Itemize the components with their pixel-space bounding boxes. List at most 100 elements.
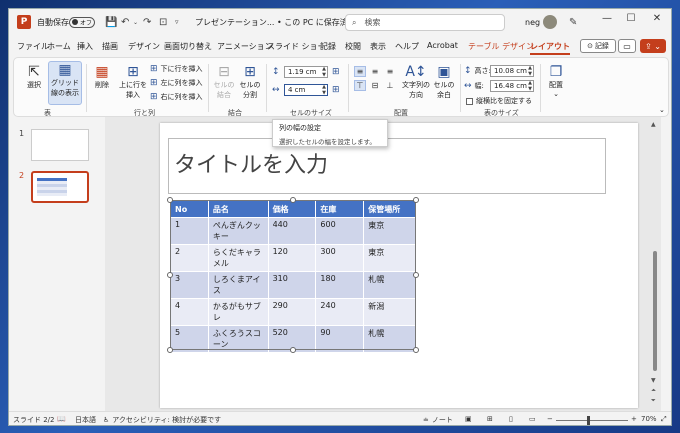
- autosave-toggle[interactable]: オフ: [69, 16, 95, 28]
- merge-cells-button[interactable]: ⊟ セルの結合: [212, 64, 236, 100]
- undo-icon[interactable]: ↶: [121, 17, 129, 28]
- header-cell[interactable]: 在庫: [315, 200, 365, 218]
- table-cell[interactable]: 120: [267, 244, 317, 272]
- resize-handle[interactable]: [413, 272, 419, 278]
- tab-acrobat[interactable]: Acrobat: [427, 41, 458, 50]
- resize-handle[interactable]: [290, 197, 296, 203]
- tab-slideshow[interactable]: スライド ショー: [267, 41, 326, 52]
- accessibility-status[interactable]: ♿ アクセシビリティ: 検討が必要です: [103, 415, 221, 425]
- header-cell[interactable]: No: [170, 200, 209, 218]
- insert-left-button[interactable]: ⊞ 左に列を挿入: [150, 78, 203, 88]
- tab-home[interactable]: ホーム: [47, 41, 71, 52]
- tab-animations[interactable]: アニメーション: [217, 41, 273, 52]
- table-cell[interactable]: ぺんぎんクッキー: [207, 217, 269, 245]
- split-cells-button[interactable]: ⊞ セルの分割: [238, 64, 262, 100]
- cell-margins-button[interactable]: ▣ セルの余白: [432, 64, 456, 100]
- scroll-up-icon[interactable]: ▲: [651, 121, 656, 128]
- table-cell[interactable]: 新潟: [363, 298, 416, 326]
- table-height-input[interactable]: 10.08 cm ▲ ▼: [490, 65, 534, 77]
- resize-handle[interactable]: [290, 347, 296, 353]
- select-button[interactable]: ⇱ 選択: [22, 64, 46, 90]
- table-cell[interactable]: 2: [170, 244, 209, 272]
- align-bottom-icon[interactable]: ⊥: [384, 80, 396, 91]
- share-button[interactable]: ⇪ ⌄: [640, 39, 666, 53]
- delete-button[interactable]: ▦ 削除: [90, 64, 114, 90]
- cell-width-input[interactable]: 4 cm ▲ ▼: [284, 84, 328, 96]
- data-table[interactable]: No 品名 価格 在庫 保管場所 1 ぺんぎんクッキー 440 600 東京 2…: [170, 200, 416, 353]
- slide-sorter-icon[interactable]: ⊞: [487, 415, 493, 423]
- table-cell[interactable]: 600: [315, 217, 365, 245]
- language-indicator[interactable]: 日本語: [75, 415, 96, 425]
- prev-slide-icon[interactable]: ⏶: [651, 387, 656, 395]
- close-icon[interactable]: ✕: [647, 13, 667, 24]
- next-slide-icon[interactable]: ⏷: [651, 397, 656, 405]
- text-direction-button[interactable]: A↕ 文字列の方向: [402, 64, 430, 100]
- save-icon[interactable]: 💾: [105, 17, 117, 28]
- redo-icon[interactable]: ↷: [143, 17, 151, 28]
- slide-thumbnail-1[interactable]: [31, 129, 89, 161]
- spellcheck-icon[interactable]: 📖: [57, 415, 66, 423]
- lock-aspect-ratio-checkbox[interactable]: 縦横比を固定する: [466, 96, 532, 106]
- align-center-icon[interactable]: ≡: [369, 66, 381, 77]
- arrange-button[interactable]: ❐ 配置 ⌄: [544, 64, 568, 98]
- table-cell[interactable]: 東京: [363, 217, 416, 245]
- cell-height-input[interactable]: 1.19 cm ▲ ▼: [284, 66, 328, 78]
- table-width-input[interactable]: 16.48 cm ▲ ▼: [490, 80, 534, 92]
- table-cell[interactable]: 290: [267, 298, 317, 326]
- record-button[interactable]: ⊙ 記録: [580, 39, 616, 53]
- tab-table-design[interactable]: テーブル デザイン: [468, 41, 534, 52]
- tab-transitions[interactable]: 画面切り替え: [164, 41, 212, 52]
- header-cell[interactable]: 保管場所: [363, 200, 416, 218]
- tab-design[interactable]: デザイン: [128, 41, 160, 52]
- table-frame[interactable]: No 品名 価格 在庫 保管場所 1 ぺんぎんクッキー 440 600 東京 2…: [170, 200, 416, 353]
- align-left-icon[interactable]: ≡: [354, 66, 366, 77]
- align-middle-icon[interactable]: ⊟: [369, 80, 381, 91]
- tab-help[interactable]: ヘルプ: [395, 41, 419, 52]
- tab-insert[interactable]: 挿入: [77, 41, 93, 52]
- tab-review[interactable]: 校閲: [345, 41, 361, 52]
- header-cell[interactable]: 品名: [207, 200, 269, 218]
- view-gridlines-button[interactable]: ▦ グリッド線の表示: [48, 61, 82, 105]
- slideshow-view-icon[interactable]: ▭: [529, 415, 536, 423]
- scroll-down-icon[interactable]: ▼: [651, 377, 656, 384]
- maximize-icon[interactable]: ☐: [621, 13, 641, 24]
- table-cell[interactable]: かるがもサブレ: [207, 298, 269, 326]
- zoom-level[interactable]: 70%: [641, 415, 657, 423]
- resize-handle[interactable]: [167, 272, 173, 278]
- table-cell[interactable]: 90: [315, 325, 365, 353]
- fit-slide-icon[interactable]: ⤢: [661, 415, 667, 424]
- slideshow-start-icon[interactable]: ⊡: [159, 17, 167, 28]
- title-dropdown-icon[interactable]: ⌄: [327, 18, 333, 26]
- resize-handle[interactable]: [167, 197, 173, 203]
- scrollbar-thumb[interactable]: [653, 251, 657, 371]
- distribute-rows-icon[interactable]: ⊞: [332, 67, 340, 77]
- avatar[interactable]: [543, 15, 557, 29]
- resize-handle[interactable]: [413, 197, 419, 203]
- customize-toolbar-icon[interactable]: ▿: [175, 18, 179, 26]
- tab-layout[interactable]: レイアウト: [530, 41, 570, 55]
- insert-above-button[interactable]: ⊞ 上に行を挿入: [118, 64, 148, 100]
- table-cell[interactable]: 180: [315, 271, 365, 299]
- table-cell[interactable]: 3: [170, 271, 209, 299]
- header-cell[interactable]: 価格: [267, 200, 317, 218]
- vertical-scrollbar[interactable]: ▲ ▼ ⏶ ⏷: [651, 121, 659, 407]
- spinner-arrows-icon[interactable]: ▲ ▼: [528, 65, 532, 77]
- reading-view-icon[interactable]: ▯: [509, 415, 513, 423]
- minimize-icon[interactable]: —: [597, 13, 617, 24]
- table-cell[interactable]: 札幌: [363, 325, 416, 353]
- spinner-arrows-icon[interactable]: ▲ ▼: [322, 84, 326, 96]
- tab-draw[interactable]: 描画: [102, 41, 118, 52]
- distribute-cols-icon[interactable]: ⊞: [332, 85, 340, 95]
- zoom-slider-thumb[interactable]: [587, 416, 590, 425]
- table-cell[interactable]: 310: [267, 271, 317, 299]
- normal-view-icon[interactable]: ▣: [465, 415, 472, 423]
- table-cell[interactable]: しろくまアイス: [207, 271, 269, 299]
- table-cell[interactable]: 440: [267, 217, 317, 245]
- table-cell[interactable]: らくだキャラメル: [207, 244, 269, 272]
- insert-below-button[interactable]: ⊞ 下に行を挿入: [150, 64, 203, 74]
- slide[interactable]: タイトルを入力 No 品名 価格 在庫 保管場所 1 ぺんぎんクッキー 440 …: [160, 123, 638, 408]
- zoom-out-icon[interactable]: −: [547, 415, 553, 423]
- align-top-icon[interactable]: ⊤: [354, 80, 366, 91]
- table-cell[interactable]: 5: [170, 325, 209, 353]
- undo-dropdown-icon[interactable]: ⌄: [133, 19, 138, 26]
